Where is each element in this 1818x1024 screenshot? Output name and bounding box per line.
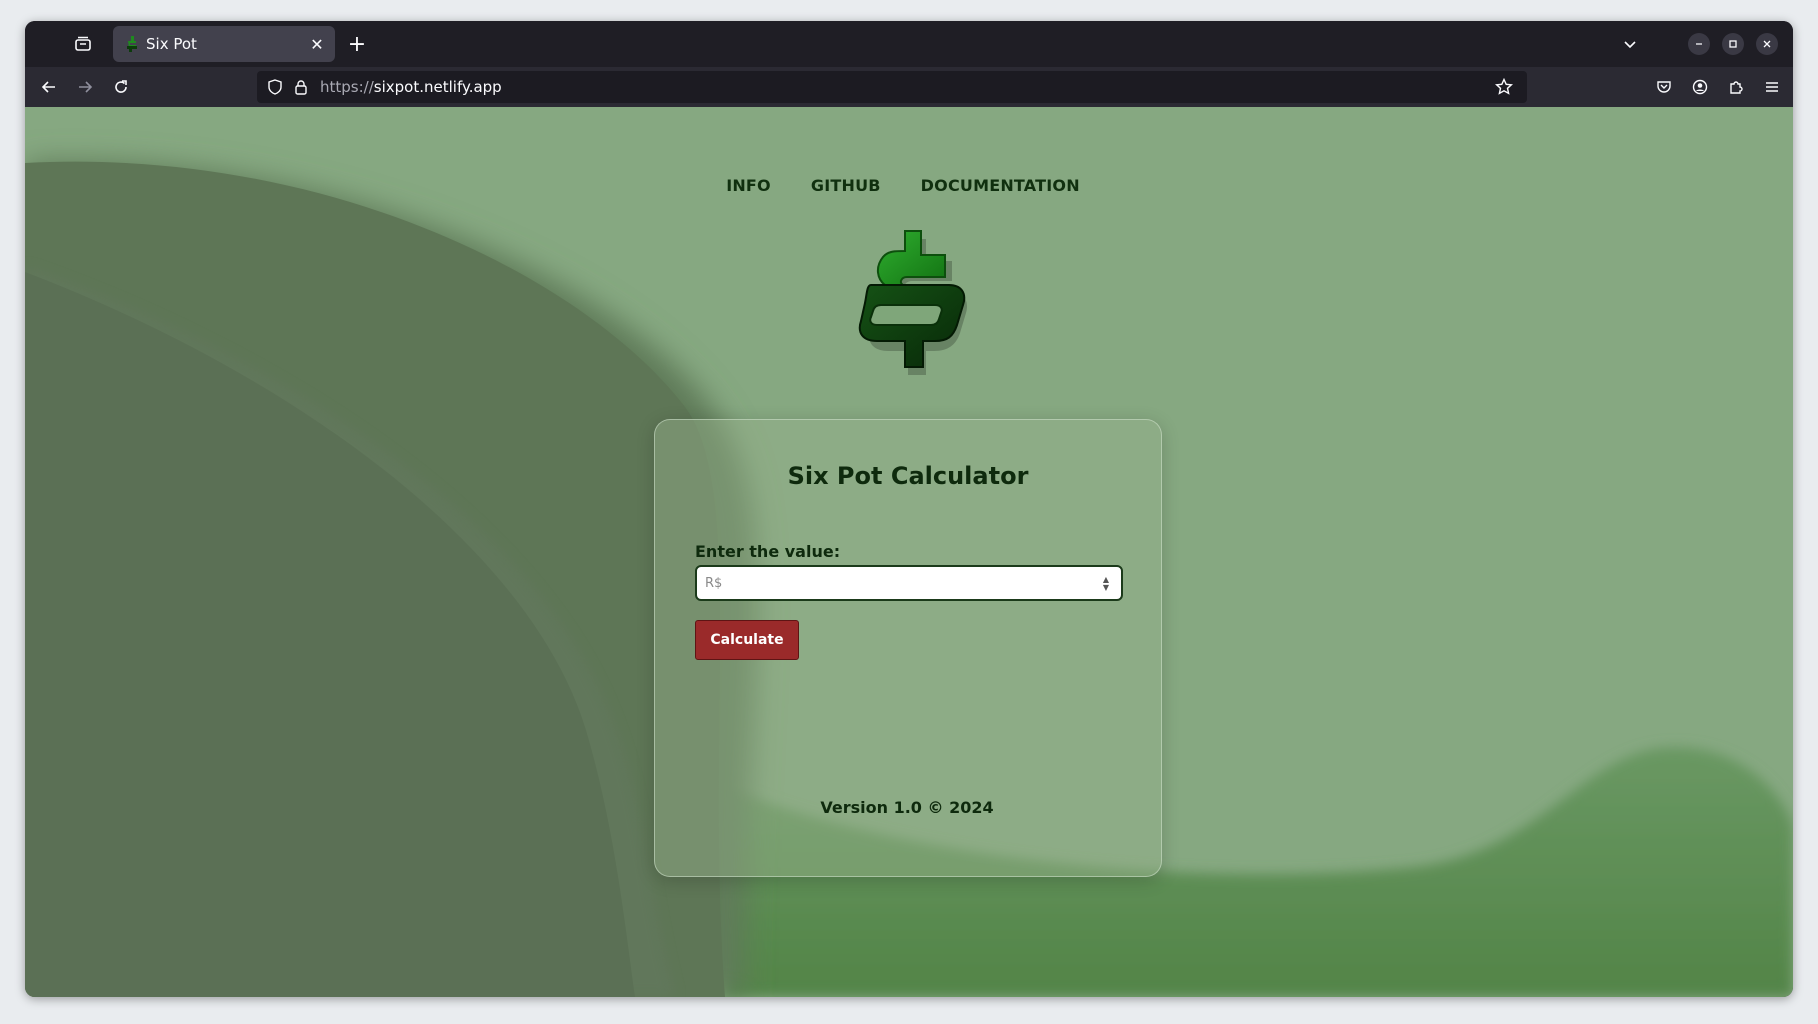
page-viewport: INFO GITHUB DOCUMENTATION Six Pot Calcul…	[25, 107, 1793, 997]
maximize-icon[interactable]	[1722, 33, 1744, 55]
reload-icon[interactable]	[109, 75, 133, 99]
tab-title: Six Pot	[146, 35, 197, 53]
nav-link-info[interactable]: INFO	[726, 176, 771, 195]
tab-strip: Six Pot ✕ +	[25, 21, 1793, 67]
url-bar[interactable]: https://sixpot.netlify.app	[257, 71, 1527, 103]
url-text[interactable]: https://sixpot.netlify.app	[320, 78, 502, 96]
version-footer: Version 1.0 © 2024	[820, 798, 994, 817]
dollar-logo-icon	[858, 230, 968, 375]
hamburger-menu-icon[interactable]	[1760, 75, 1784, 99]
close-icon[interactable]: ✕	[307, 34, 327, 54]
calculate-button[interactable]: Calculate	[695, 620, 799, 660]
nav-link-github[interactable]: GITHUB	[811, 176, 881, 195]
value-input[interactable]	[695, 565, 1123, 601]
tab-six-pot[interactable]: Six Pot ✕	[113, 26, 335, 62]
dollar-favicon-icon	[127, 36, 137, 52]
window-close-icon[interactable]	[1756, 33, 1778, 55]
forward-arrow-icon[interactable]	[73, 75, 97, 99]
chevron-down-icon[interactable]	[1619, 33, 1641, 55]
shield-icon[interactable]	[267, 79, 283, 95]
spinner-down-icon[interactable]: ▼	[1103, 584, 1109, 592]
number-spinner[interactable]: ▲ ▼	[1099, 575, 1113, 593]
value-label: Enter the value:	[695, 542, 841, 561]
top-navigation: INFO GITHUB DOCUMENTATION	[25, 176, 1787, 195]
star-icon[interactable]	[1495, 78, 1513, 96]
nav-link-documentation[interactable]: DOCUMENTATION	[921, 176, 1080, 195]
url-scheme: https://	[320, 78, 374, 96]
card-title: Six Pot Calculator	[787, 462, 1029, 490]
pocket-icon[interactable]	[1652, 75, 1676, 99]
plus-icon[interactable]: +	[345, 32, 369, 57]
back-arrow-icon[interactable]	[37, 75, 61, 99]
url-host: sixpot.netlify.app	[373, 78, 502, 96]
navigation-toolbar: https://sixpot.netlify.app	[25, 67, 1793, 107]
puzzle-icon[interactable]	[1724, 75, 1748, 99]
browser-window: Six Pot ✕ + https://sixpot.netlify.app I…	[25, 21, 1793, 997]
tab-list-icon[interactable]	[72, 33, 94, 55]
minimize-icon[interactable]	[1688, 33, 1710, 55]
account-icon[interactable]	[1688, 75, 1712, 99]
lock-icon[interactable]	[293, 79, 309, 95]
